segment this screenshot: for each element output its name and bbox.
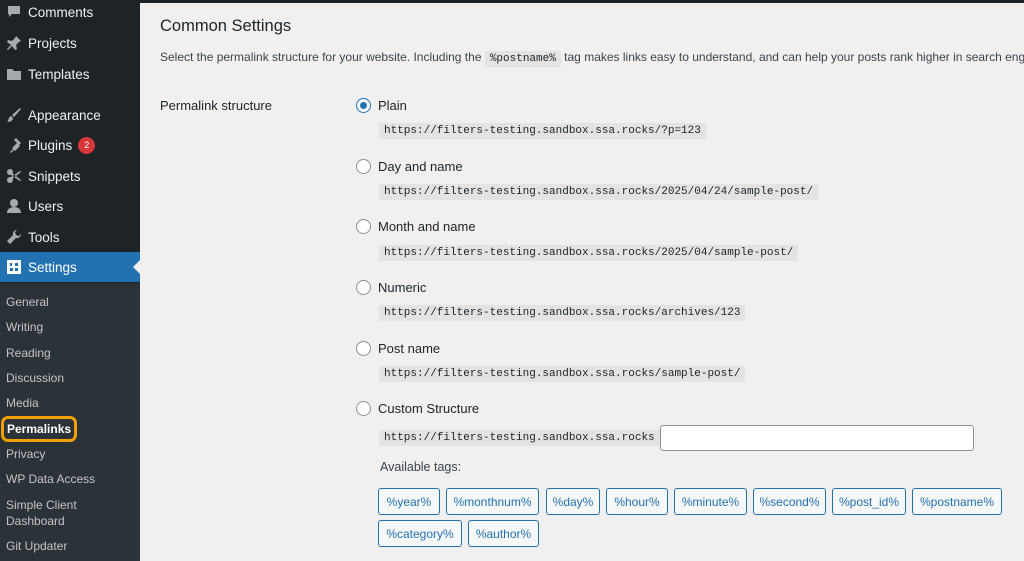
description-text-before: Select the permalink structure for your … [160,50,485,64]
comments-icon [6,4,22,20]
tag-category-button[interactable]: %category% [378,520,462,547]
pin-icon [6,35,22,51]
month-and-name-sample-url: https://filters-testing.sandbox.ssa.rock… [379,245,799,261]
option-day-and-name[interactable]: Day and name [356,159,463,174]
brush-icon [6,107,22,123]
section-description: Select the permalink structure for your … [160,50,1024,67]
menu-comments[interactable]: Comments [0,0,140,27]
custom-structure-radio[interactable] [356,401,371,416]
option-label: Day and name [378,159,463,174]
submenu-privacy[interactable]: Privacy [6,446,45,462]
menu-plugins[interactable]: Plugins 2 [0,130,140,160]
custom-structure-input[interactable] [660,425,974,451]
menu-label: Snippets [28,168,81,184]
settings-content: Common Settings Select the permalink str… [140,3,1024,561]
menu-appearance[interactable]: Appearance [0,100,140,130]
menu-label: Tools [28,229,60,245]
menu-users[interactable]: Users [0,191,140,221]
option-label: Plain [378,98,407,113]
submenu-reading[interactable]: Reading [6,345,51,361]
description-text-after: tag makes links easy to understand, and … [560,50,1024,64]
submenu-discussion[interactable]: Discussion [6,370,64,386]
menu-label: Users [28,198,64,214]
submenu-simple-client-dashboard[interactable]: Simple Client Dashboard [6,497,96,529]
submenu-wp-data-access[interactable]: WP Data Access [6,471,95,487]
month-and-name-radio[interactable] [356,219,371,234]
tag-minute-button[interactable]: %minute% [674,488,747,515]
option-label: Post name [378,341,441,356]
plain-radio[interactable] [356,98,371,113]
submenu-media[interactable]: Media [6,395,39,411]
option-label: Month and name [378,219,476,234]
option-month-and-name[interactable]: Month and name [356,219,476,234]
tag-hour-button[interactable]: %hour% [606,488,668,515]
settings-submenu: General Writing Reading Discussion Media… [0,283,140,561]
menu-projects[interactable]: Projects [0,28,140,58]
tag-author-button[interactable]: %author% [468,520,539,547]
permalink-structure-label: Permalink structure [160,98,272,113]
section-title: Common Settings [160,17,292,35]
plugins-update-badge: 2 [78,136,96,154]
submenu-writing[interactable]: Writing [6,319,43,335]
option-custom-structure[interactable]: Custom Structure [356,401,479,416]
option-plain[interactable]: Plain [356,98,407,113]
folder-icon [6,66,22,82]
day-and-name-radio[interactable] [356,159,371,174]
menu-label: Projects [28,35,77,51]
admin-sidebar: Comments Projects Templates Appearance P… [0,0,140,561]
post-name-sample-url: https://filters-testing.sandbox.ssa.rock… [379,366,746,382]
tag-postname-button[interactable]: %postname% [912,488,1002,515]
user-icon [6,198,22,214]
menu-label: Settings [28,259,77,275]
submenu-git-updater[interactable]: Git Updater [6,538,67,554]
menu-label: Templates [28,66,90,82]
post-name-radio[interactable] [356,341,371,356]
option-label: Custom Structure [378,401,480,416]
custom-structure-base-url: https://filters-testing.sandbox.ssa.rock… [379,430,660,446]
menu-tools[interactable]: Tools [0,222,140,252]
option-numeric[interactable]: Numeric [356,280,426,295]
submenu-permalinks[interactable]: Permalinks [0,416,78,442]
menu-settings[interactable]: Settings [0,252,140,282]
menu-templates[interactable]: Templates [0,59,140,89]
tag-second-button[interactable]: %second% [753,488,826,515]
scissors-icon [6,168,22,184]
option-post-name[interactable]: Post name [356,341,440,356]
menu-label: Comments [28,4,94,20]
tag-year-button[interactable]: %year% [378,488,440,515]
menu-label: Plugins [28,137,73,153]
settings-icon [6,259,22,275]
numeric-sample-url: https://filters-testing.sandbox.ssa.rock… [379,305,746,321]
available-tags-label: Available tags: [380,460,462,474]
tag-day-button[interactable]: %day% [546,488,600,515]
tag-post-id-button[interactable]: %post_id% [832,488,906,515]
plug-icon [6,137,22,153]
menu-label: Appearance [28,107,101,123]
plain-sample-url: https://filters-testing.sandbox.ssa.rock… [379,123,706,139]
numeric-radio[interactable] [356,280,371,295]
submenu-general[interactable]: General [6,294,49,310]
menu-snippets[interactable]: Snippets [0,161,140,191]
tag-monthnum-button[interactable]: %monthnum% [446,488,539,515]
option-label: Numeric [378,280,427,295]
day-and-name-sample-url: https://filters-testing.sandbox.ssa.rock… [379,184,819,200]
wrench-icon [6,229,22,245]
postname-code: %postname% [484,51,561,67]
